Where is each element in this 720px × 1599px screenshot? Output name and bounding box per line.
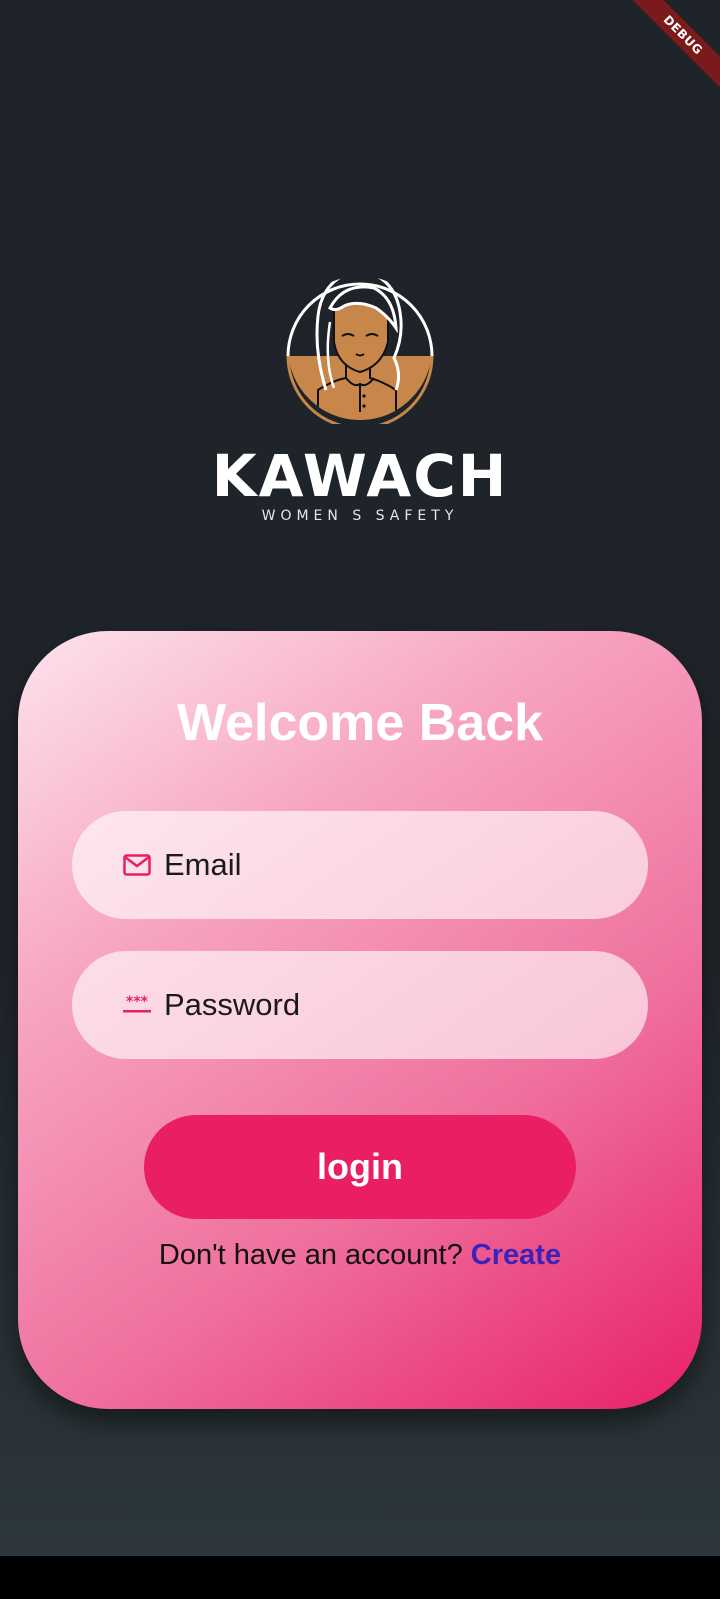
password-field[interactable]: *** (72, 951, 648, 1059)
login-button[interactable]: login (144, 1115, 576, 1219)
welcome-title: Welcome Back (176, 694, 544, 752)
debug-banner-container: DEBUG (610, 0, 720, 110)
signup-prompt: Don't have an account? (158, 1239, 471, 1271)
woman-avatar-icon (286, 276, 434, 424)
password-icon: *** (122, 990, 152, 1020)
brand-tagline: WOMEN S SAFETY (261, 508, 459, 524)
signup-prompt-row: Don't have an account? Create (18, 1235, 702, 1275)
system-navigation-bar (0, 1556, 720, 1599)
password-input[interactable] (164, 987, 584, 1023)
brand-name: KAWACH (211, 442, 509, 510)
login-card: Welcome Back *** login Don't have an acc… (18, 631, 702, 1409)
mail-icon (122, 850, 152, 880)
email-input[interactable] (164, 847, 584, 883)
debug-banner: DEBUG (622, 0, 720, 96)
create-account-link[interactable]: Create (471, 1239, 561, 1271)
svg-text:***: *** (126, 995, 149, 1010)
email-field[interactable] (72, 811, 648, 919)
